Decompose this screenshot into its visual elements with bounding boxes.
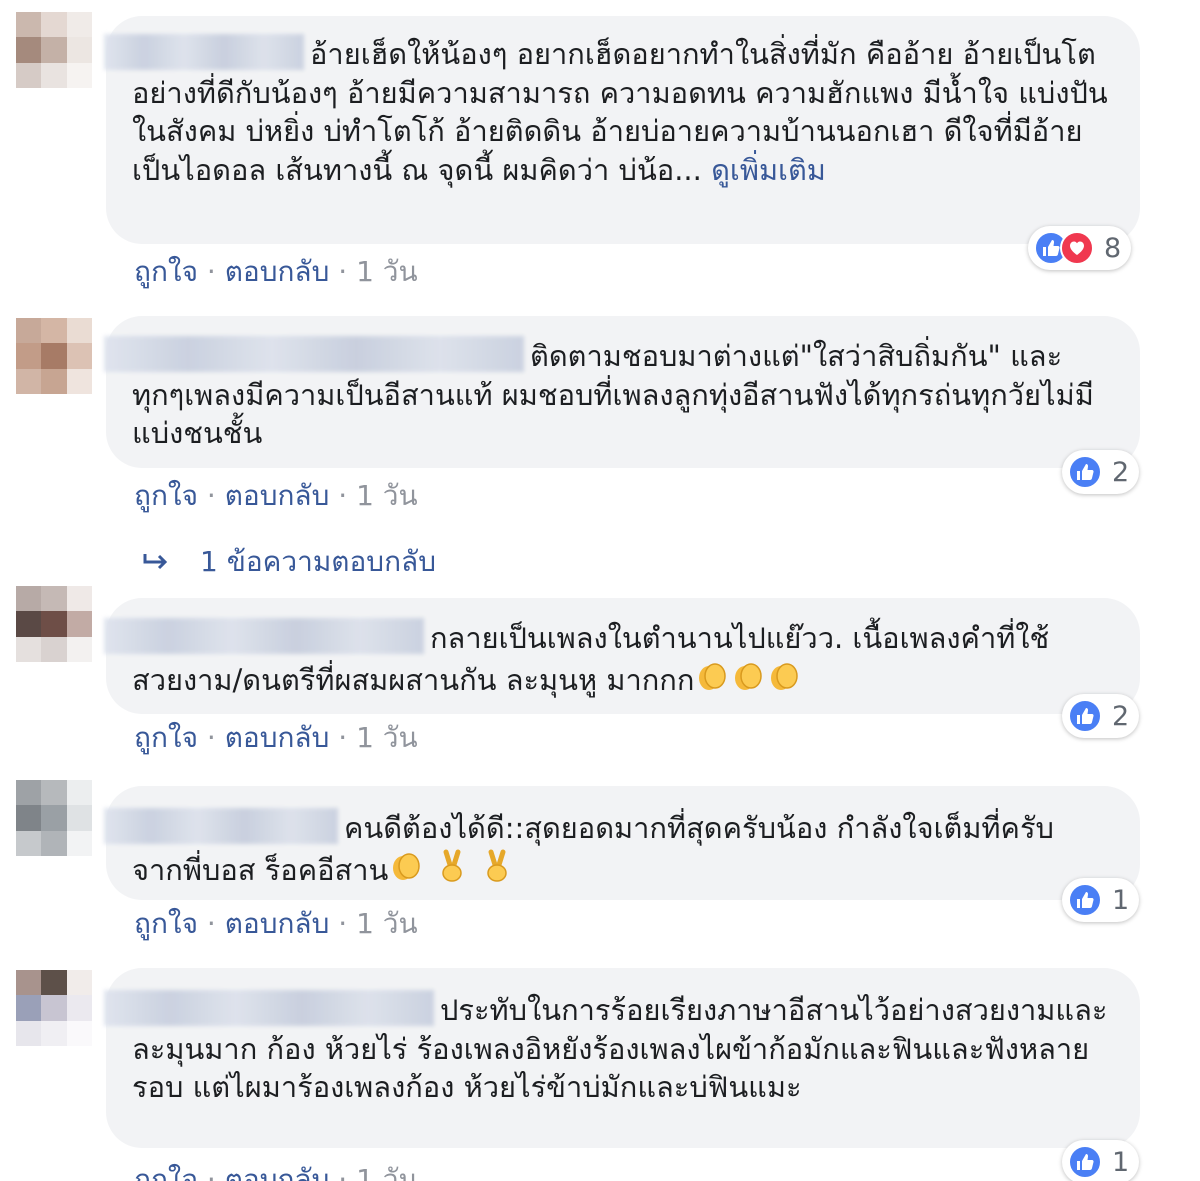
reaction-summary[interactable]: 2 — [1062, 450, 1140, 494]
reaction-count: 8 — [1104, 232, 1122, 264]
comment-2: ติดตามชอบมาต่างแต่"ใสว่าสิบถิ่มกัน" และท… — [0, 300, 1200, 580]
clapping-hands-emoji — [699, 662, 727, 690]
timestamp[interactable]: 1 วัน — [356, 721, 418, 754]
reaction-count: 1 — [1112, 884, 1130, 916]
reaction-count: 1 — [1112, 1146, 1130, 1178]
reaction-summary[interactable]: 1 — [1062, 1140, 1140, 1181]
reaction-summary[interactable]: 8 — [1028, 226, 1132, 270]
comment-actions: ถูกใจ · ตอบกลับ · 1 วัน — [134, 255, 418, 288]
reply-arrow-icon — [143, 554, 168, 570]
reaction-summary[interactable]: 1 — [1062, 878, 1140, 922]
reaction-summary[interactable]: 2 — [1062, 694, 1140, 738]
avatar[interactable] — [16, 12, 92, 88]
like-icon — [1068, 1145, 1102, 1179]
reply-link[interactable]: ตอบกลับ — [225, 907, 330, 940]
clapping-hands-emoji — [771, 662, 799, 690]
comment-bubble: คนดีต้องได้ดี::สุดยอดมากที่สุดครับน้อง ก… — [104, 786, 1140, 900]
author-name-blurred[interactable] — [104, 618, 424, 654]
comment-actions: ถูกใจ · ตอบกลับ · 1 วัน — [134, 907, 418, 940]
reply-link[interactable]: ตอบกลับ — [225, 479, 330, 512]
avatar[interactable] — [16, 780, 92, 856]
like-link[interactable]: ถูกใจ — [134, 721, 198, 754]
like-link[interactable]: ถูกใจ — [134, 479, 198, 512]
comment-3: กลายเป็นเพลงในตำนานไปแย๊วว. เนื้อเพลงคำท… — [0, 582, 1200, 772]
timestamp[interactable]: 1 วัน — [356, 1163, 418, 1181]
avatar[interactable] — [16, 970, 92, 1046]
avatar[interactable] — [16, 586, 92, 662]
clapping-hands-emoji — [735, 662, 763, 690]
comment-4: คนดีต้องได้ดี::สุดยอดมากที่สุดครับน้อง ก… — [0, 770, 1200, 960]
replies-count-label[interactable]: 1 ข้อความตอบกลับ — [200, 540, 436, 584]
reply-link[interactable]: ตอบกลับ — [225, 721, 330, 754]
author-name-blurred[interactable] — [104, 336, 524, 372]
like-link[interactable]: ถูกใจ — [134, 255, 198, 288]
timestamp[interactable]: 1 วัน — [356, 907, 418, 940]
author-name-blurred[interactable] — [104, 808, 338, 844]
like-icon — [1068, 883, 1102, 917]
comment-5: ประทับในการร้อยเรียงภาษาอีสานไว้อย่างสวย… — [0, 960, 1200, 1181]
like-link[interactable]: ถูกใจ — [134, 907, 198, 940]
author-name-blurred[interactable] — [104, 34, 304, 70]
like-icon — [1068, 455, 1102, 489]
comment-bubble: กลายเป็นเพลงในตำนานไปแย๊วว. เนื้อเพลงคำท… — [104, 598, 1140, 714]
reaction-count: 2 — [1112, 456, 1130, 488]
reaction-count: 2 — [1112, 700, 1130, 732]
comment-bubble: ประทับในการร้อยเรียงภาษาอีสานไว้อย่างสวย… — [104, 968, 1140, 1148]
comment-1: อ้ายเฮ็ดให้น้องๆ อยากเฮ็ดอยากทำในสิ่งที่… — [0, 0, 1200, 300]
victory-hand-emoji — [487, 849, 507, 882]
timestamp[interactable]: 1 วัน — [356, 479, 418, 512]
clapping-hands-emoji — [393, 852, 421, 880]
love-icon — [1060, 231, 1094, 265]
comment-actions: ถูกใจ · ตอบกลับ · 1 วัน — [134, 721, 418, 754]
view-replies-link[interactable]: 1 ข้อความตอบกลับ — [142, 540, 436, 584]
like-link[interactable]: ถูกใจ — [134, 1163, 198, 1181]
reply-link[interactable]: ตอบกลับ — [225, 1163, 330, 1181]
like-icon — [1068, 699, 1102, 733]
comments-thread: อ้ายเฮ็ดให้น้องๆ อยากเฮ็ดอยากทำในสิ่งที่… — [0, 0, 1200, 1181]
timestamp[interactable]: 1 วัน — [356, 255, 418, 288]
comment-bubble: ติดตามชอบมาต่างแต่"ใสว่าสิบถิ่มกัน" และท… — [104, 316, 1140, 468]
reply-link[interactable]: ตอบกลับ — [225, 255, 330, 288]
see-more-link[interactable]: ดูเพิ่มเติม — [711, 153, 826, 187]
comment-actions: ถูกใจ · ตอบกลับ · 1 วัน — [134, 1158, 418, 1181]
author-name-blurred[interactable] — [104, 990, 434, 1026]
victory-hand-emoji — [441, 849, 462, 882]
avatar[interactable] — [16, 318, 92, 394]
comment-bubble: อ้ายเฮ็ดให้น้องๆ อยากเฮ็ดอยากทำในสิ่งที่… — [104, 16, 1140, 244]
comment-actions: ถูกใจ · ตอบกลับ · 1 วัน — [134, 479, 418, 512]
